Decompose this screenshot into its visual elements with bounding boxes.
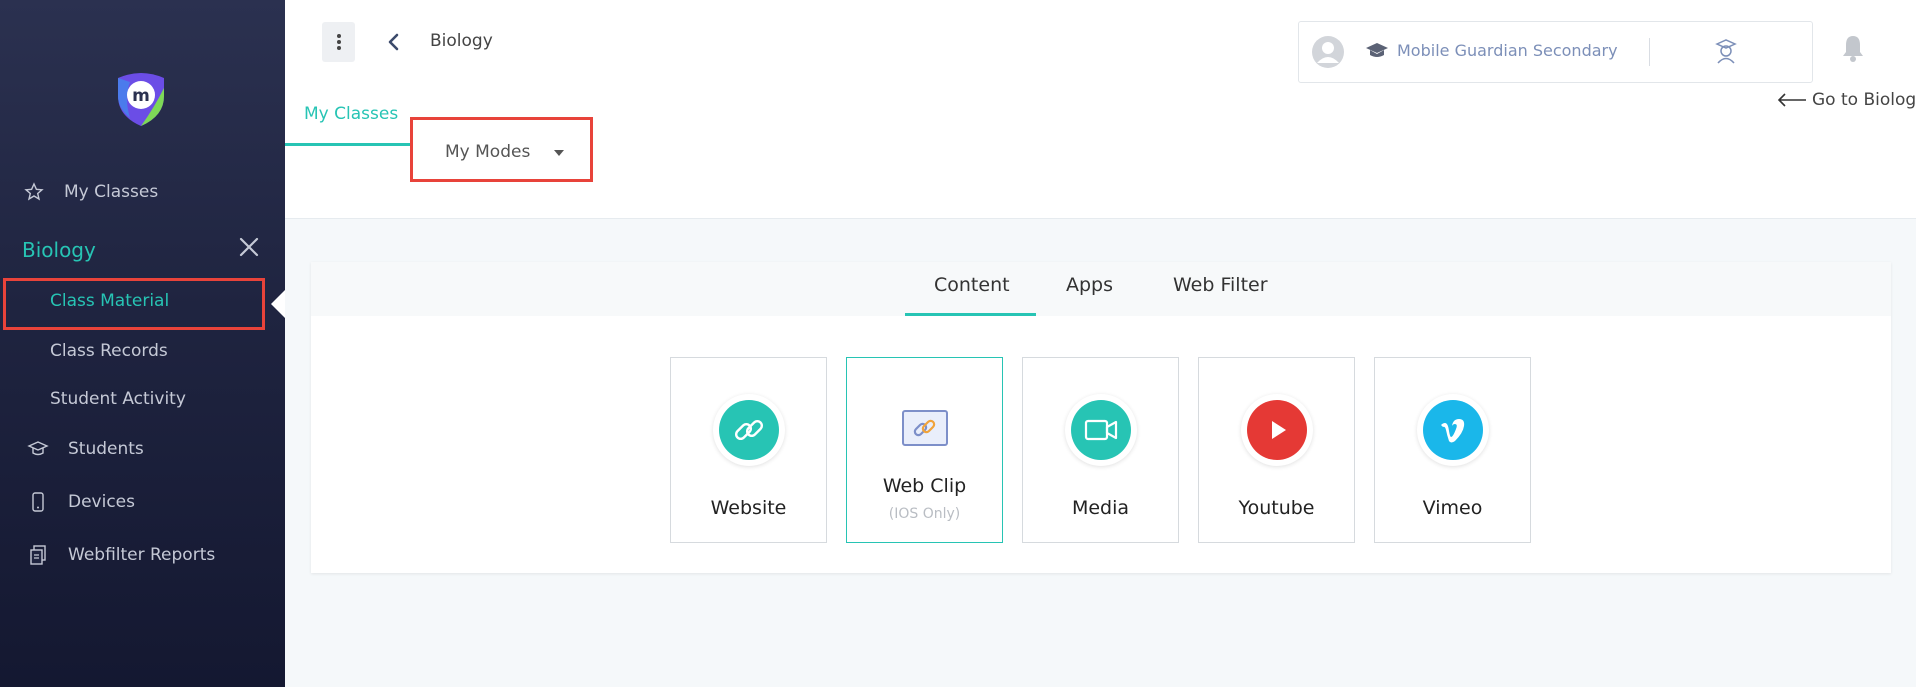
content-card-media[interactable]: Media <box>1022 357 1179 543</box>
sidebar-item-student-activity[interactable]: Student Activity <box>50 389 186 409</box>
card-label: Media <box>1071 497 1130 519</box>
tab-my-classes[interactable]: My Classes <box>304 104 398 124</box>
sidebar-item-webfilter-reports[interactable]: Webfilter Reports <box>26 543 215 567</box>
sidebar-item-label: My Classes <box>64 182 159 202</box>
card-sublabel: (IOS Only) <box>888 506 961 522</box>
card-label: Web Clip <box>882 475 967 497</box>
content-card-youtube[interactable]: Youtube <box>1198 357 1355 543</box>
school-name[interactable]: Mobile Guardian Secondary <box>1397 41 1618 60</box>
card-label: Vimeo <box>1422 497 1483 519</box>
caret-down-icon <box>554 150 564 156</box>
more-vertical-icon <box>336 34 341 50</box>
sidebar-item-my-classes[interactable]: My Classes <box>22 180 158 204</box>
header-border <box>285 218 1916 219</box>
tab-web-filter[interactable]: Web Filter <box>1173 274 1268 296</box>
sidebar-item-students[interactable]: Students <box>26 437 144 461</box>
icon-circle <box>1065 394 1137 466</box>
content-card-website[interactable]: Website <box>670 357 827 543</box>
sidebar-item-class-records[interactable]: Class Records <box>50 341 168 361</box>
star-icon <box>22 180 46 204</box>
link-icon <box>719 400 779 460</box>
play-icon <box>1247 400 1307 460</box>
content-card-vimeo[interactable]: Vimeo <box>1374 357 1531 543</box>
graduation-cap-icon <box>26 437 50 461</box>
my-modes-dropdown[interactable]: My Modes <box>410 117 593 182</box>
mobile-guardian-logo-icon[interactable]: m <box>110 68 172 130</box>
arrow-left-icon <box>1777 93 1806 107</box>
sidebar-item-class-material[interactable]: Class Material <box>50 291 169 311</box>
card-label: Youtube <box>1238 497 1315 519</box>
tab-underline <box>285 143 412 146</box>
webclip-icon <box>902 410 948 446</box>
avatar-icon[interactable] <box>1311 35 1345 69</box>
account-switcher[interactable]: Mobile Guardian Secondary <box>1298 21 1813 83</box>
card-label: Website <box>710 497 787 519</box>
report-icon <box>26 543 50 567</box>
video-camera-icon <box>1071 400 1131 460</box>
sidebar-section-title[interactable]: Biology <box>22 238 96 262</box>
panel-tabs: Content Apps Web Filter <box>311 262 1891 316</box>
tab-underline <box>905 313 1036 316</box>
active-pointer <box>271 290 285 318</box>
content-panel: Content Apps Web Filter Website Web Clip… <box>311 262 1891 573</box>
teacher-icon[interactable] <box>1711 36 1741 66</box>
divider <box>1649 38 1650 66</box>
tab-apps[interactable]: Apps <box>1066 274 1113 296</box>
sidebar: m My Classes Biology Class Material Clas… <box>0 0 285 687</box>
go-to-class-link[interactable]: Go to Biology <box>1776 90 1916 110</box>
tab-content[interactable]: Content <box>934 274 1010 296</box>
my-modes-label: My Modes <box>445 142 531 162</box>
chevron-left-icon[interactable] <box>384 30 404 54</box>
phone-icon <box>26 490 50 514</box>
vimeo-icon <box>1423 400 1483 460</box>
icon-circle <box>1241 394 1313 466</box>
sidebar-item-label: Webfilter Reports <box>68 545 216 565</box>
icon-circle <box>1417 394 1489 466</box>
breadcrumb: Biology <box>430 31 493 51</box>
content-card-web-clip[interactable]: Web Clip (IOS Only) <box>846 357 1003 543</box>
kebab-menu-button[interactable] <box>322 22 355 62</box>
go-to-label: Go to Biology <box>1812 90 1916 110</box>
close-icon[interactable] <box>236 234 262 260</box>
sidebar-item-label: Devices <box>68 492 135 512</box>
icon-circle <box>713 394 785 466</box>
sidebar-item-devices[interactable]: Devices <box>26 490 135 514</box>
graduation-cap-icon <box>1366 43 1388 57</box>
svg-text:m: m <box>132 86 150 106</box>
sidebar-item-label: Students <box>68 439 144 459</box>
bell-icon[interactable] <box>1840 33 1866 63</box>
